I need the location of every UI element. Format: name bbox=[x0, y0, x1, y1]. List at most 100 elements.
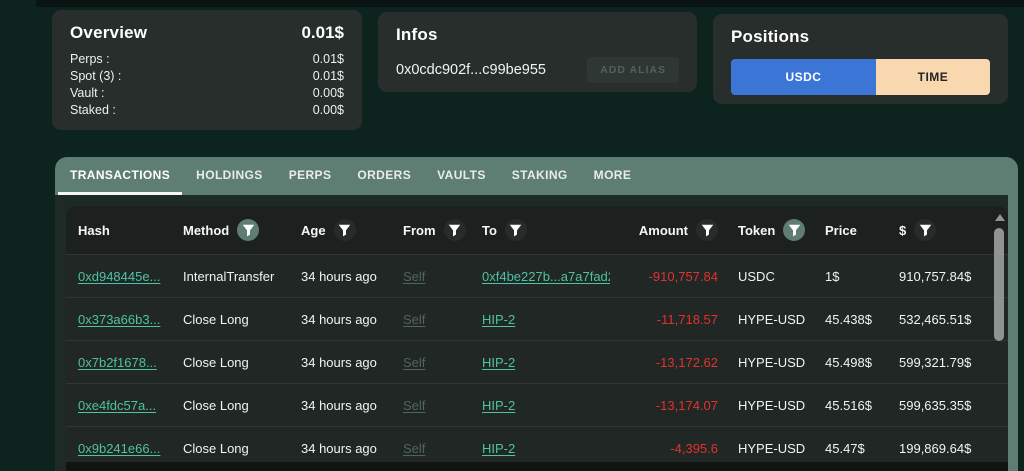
from-link[interactable]: Self bbox=[403, 441, 425, 456]
token-cell: HYPE-USD bbox=[718, 398, 825, 413]
hash-link[interactable]: 0x9b241e66... bbox=[78, 441, 160, 456]
column-header-label: From bbox=[403, 223, 436, 238]
overview-row: Staked : 0.00$ bbox=[70, 102, 344, 119]
column-header-usd: $ bbox=[899, 219, 982, 241]
column-header-label: Amount bbox=[639, 223, 688, 238]
amount-cell: -13,174.07 bbox=[610, 398, 718, 413]
from-link[interactable]: Self bbox=[403, 398, 425, 413]
filter-icon[interactable] bbox=[444, 219, 466, 241]
filter-icon[interactable] bbox=[505, 219, 527, 241]
tab-label: VAULTS bbox=[437, 168, 486, 182]
age-cell: 34 hours ago bbox=[301, 269, 403, 284]
usd-value-cell: 599,321.79$ bbox=[899, 355, 982, 370]
tab-perps[interactable]: PERPS bbox=[277, 157, 344, 195]
table-row: 0xe4fdc57a... Close Long 34 hours ago Se… bbox=[66, 383, 1008, 426]
column-header-label: Price bbox=[825, 223, 857, 238]
overview-row-value: 0.00$ bbox=[313, 102, 344, 119]
age-cell: 34 hours ago bbox=[301, 398, 403, 413]
time-toggle-button[interactable]: TIME bbox=[876, 59, 990, 95]
scroll-up-icon[interactable] bbox=[995, 214, 1005, 221]
vertical-scrollbar-thumb[interactable] bbox=[994, 228, 1004, 341]
tab-more[interactable]: MORE bbox=[582, 157, 644, 195]
overview-row: Vault : 0.00$ bbox=[70, 85, 344, 102]
to-link[interactable]: 0xf4be227b...a7a7fad2 bbox=[482, 269, 610, 284]
wallet-address: 0x0cdc902f...c99be955 bbox=[396, 62, 587, 78]
amount-cell: -13,172.62 bbox=[610, 355, 718, 370]
to-link[interactable]: HIP-2 bbox=[482, 398, 515, 413]
column-header-price: Price bbox=[825, 223, 899, 238]
method-cell: Close Long bbox=[183, 441, 301, 456]
age-cell: 34 hours ago bbox=[301, 441, 403, 456]
column-header-method: Method bbox=[183, 219, 301, 241]
filter-icon[interactable] bbox=[783, 219, 805, 241]
column-header-token: Token bbox=[718, 219, 825, 241]
tab-label: MORE bbox=[594, 168, 632, 182]
filter-icon[interactable] bbox=[334, 219, 356, 241]
infos-title: Infos bbox=[396, 25, 438, 45]
add-alias-button[interactable]: ADD ALIAS bbox=[587, 57, 679, 83]
overview-card: Overview 0.01$ Perps : 0.01$ Spot (3) : … bbox=[52, 10, 362, 130]
price-cell: 1$ bbox=[825, 269, 899, 284]
tab-transactions[interactable]: TRANSACTIONS bbox=[58, 157, 182, 195]
positions-toggle: USDC TIME bbox=[731, 59, 990, 95]
hash-link[interactable]: 0x373a66b3... bbox=[78, 312, 160, 327]
table-header-row: Hash Method Age From To Amou bbox=[66, 206, 1008, 254]
overview-row: Perps : 0.01$ bbox=[70, 51, 344, 68]
filter-icon[interactable] bbox=[914, 219, 936, 241]
column-header-age: Age bbox=[301, 219, 403, 241]
overview-row-value: 0.00$ bbox=[313, 85, 344, 102]
age-cell: 34 hours ago bbox=[301, 355, 403, 370]
column-header-to: To bbox=[482, 219, 610, 241]
tab-vaults[interactable]: VAULTS bbox=[425, 157, 498, 195]
overview-title: Overview bbox=[70, 23, 147, 43]
horizontal-scrollbar-track[interactable] bbox=[66, 462, 1008, 471]
to-link[interactable]: HIP-2 bbox=[482, 355, 515, 370]
method-cell: Close Long bbox=[183, 312, 301, 327]
filter-icon[interactable] bbox=[237, 219, 259, 241]
column-header-from: From bbox=[403, 219, 482, 241]
usd-value-cell: 910,757.84$ bbox=[899, 269, 982, 284]
from-link[interactable]: Self bbox=[403, 269, 425, 284]
positions-card: Positions USDC TIME bbox=[713, 14, 1008, 104]
tab-label: HOLDINGS bbox=[196, 168, 263, 182]
from-link[interactable]: Self bbox=[403, 312, 425, 327]
infos-card: Infos 0x0cdc902f...c99be955 ADD ALIAS bbox=[378, 12, 697, 92]
column-header-label: Method bbox=[183, 223, 229, 238]
usd-value-cell: 532,465.51$ bbox=[899, 312, 982, 327]
column-header-label: Token bbox=[738, 223, 775, 238]
hash-link[interactable]: 0xd948445e... bbox=[78, 269, 160, 284]
overview-row-label: Staked : bbox=[70, 102, 116, 119]
price-cell: 45.516$ bbox=[825, 398, 899, 413]
positions-title: Positions bbox=[731, 27, 809, 47]
vertical-scrollbar bbox=[994, 208, 1005, 471]
overview-row-value: 0.01$ bbox=[313, 68, 344, 85]
hash-link[interactable]: 0x7b2f1678... bbox=[78, 355, 157, 370]
token-cell: HYPE-USD bbox=[718, 312, 825, 327]
tab-staking[interactable]: STAKING bbox=[500, 157, 580, 195]
filter-icon[interactable] bbox=[696, 219, 718, 241]
overview-row-value: 0.01$ bbox=[313, 51, 344, 68]
to-link[interactable]: HIP-2 bbox=[482, 441, 515, 456]
overview-row-label: Perps : bbox=[70, 51, 110, 68]
overview-row-label: Vault : bbox=[70, 85, 105, 102]
table-row: 0x373a66b3... Close Long 34 hours ago Se… bbox=[66, 297, 1008, 340]
column-header-label: To bbox=[482, 223, 497, 238]
tab-bar: TRANSACTIONS HOLDINGS PERPS ORDERS VAULT… bbox=[55, 157, 1018, 195]
tab-holdings[interactable]: HOLDINGS bbox=[184, 157, 275, 195]
usd-value-cell: 599,635.35$ bbox=[899, 398, 982, 413]
column-header-label: Hash bbox=[78, 223, 110, 238]
price-cell: 45.498$ bbox=[825, 355, 899, 370]
hash-link[interactable]: 0xe4fdc57a... bbox=[78, 398, 156, 413]
usdc-toggle-button[interactable]: USDC bbox=[731, 59, 876, 95]
price-cell: 45.438$ bbox=[825, 312, 899, 327]
amount-cell: -910,757.84 bbox=[610, 269, 718, 284]
table-body: 0xd948445e... InternalTransfer 34 hours … bbox=[66, 254, 1008, 469]
token-cell: USDC bbox=[718, 269, 825, 284]
price-cell: 45.47$ bbox=[825, 441, 899, 456]
table-row: 0xd948445e... InternalTransfer 34 hours … bbox=[66, 254, 1008, 297]
to-link[interactable]: HIP-2 bbox=[482, 312, 515, 327]
tab-orders[interactable]: ORDERS bbox=[345, 157, 423, 195]
usd-value-cell: 199,869.64$ bbox=[899, 441, 982, 456]
tab-label: TRANSACTIONS bbox=[70, 168, 170, 182]
from-link[interactable]: Self bbox=[403, 355, 425, 370]
